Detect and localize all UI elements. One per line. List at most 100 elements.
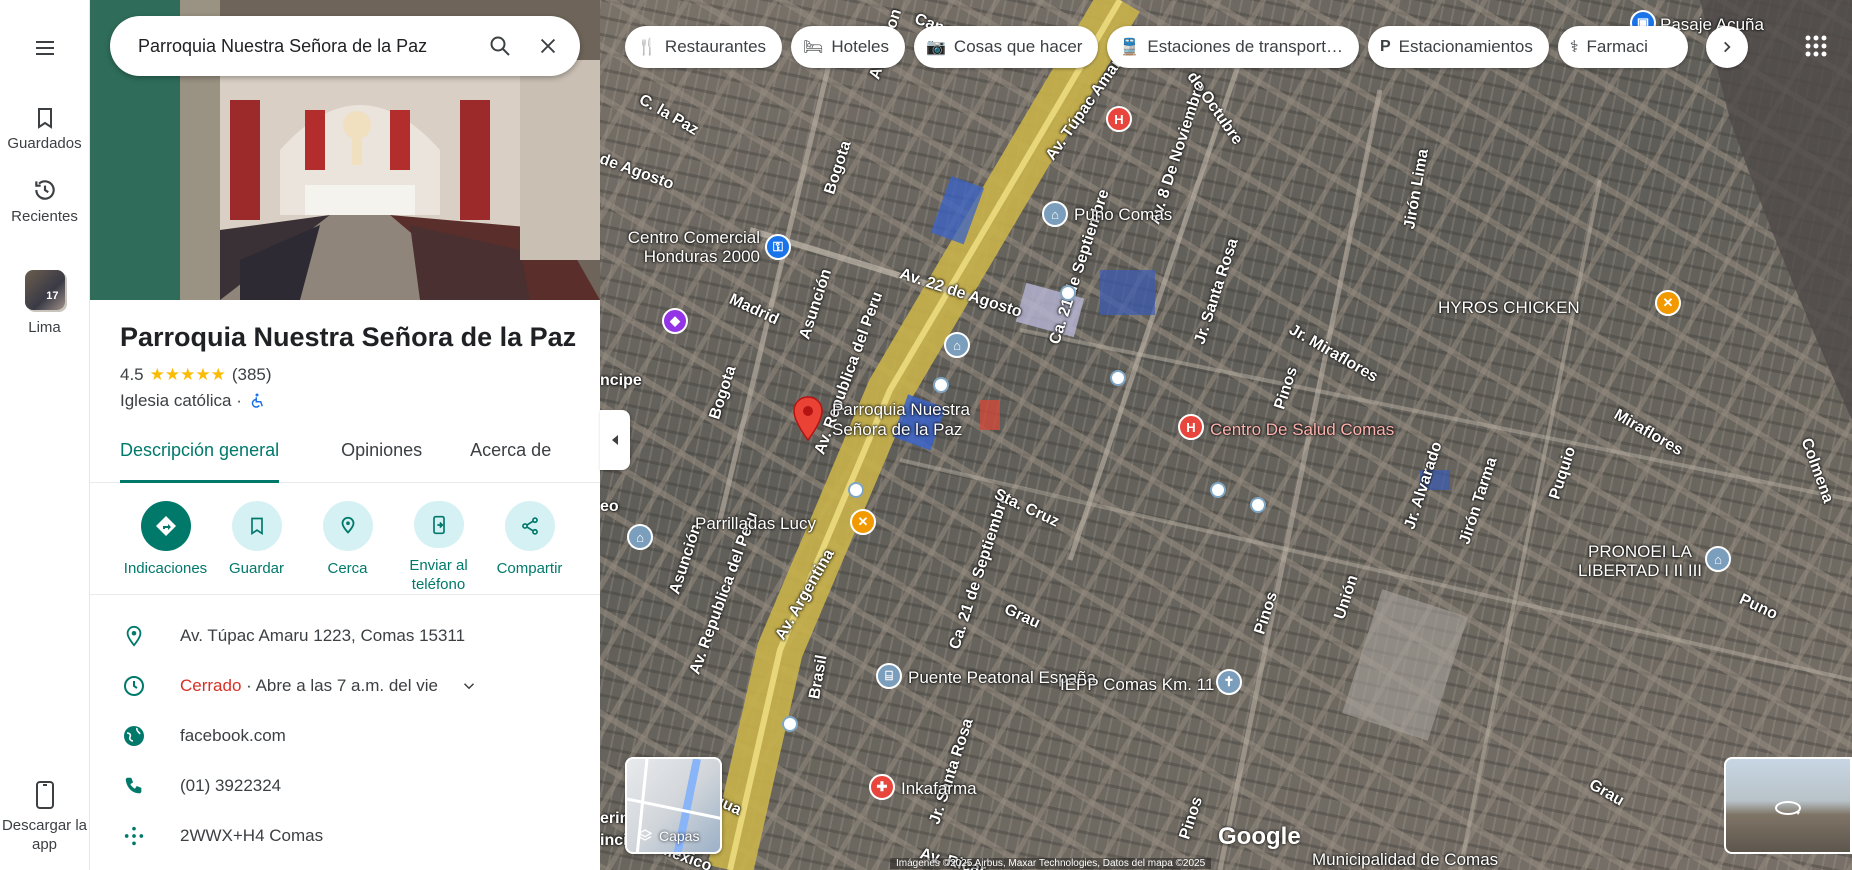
bridge-poi-icon[interactable]: ⌸ — [876, 663, 902, 689]
school-poi-icon[interactable]: ⌂ — [944, 332, 970, 358]
chip-label: Estacionamientos — [1398, 37, 1533, 56]
satellite-map[interactable]: C. la Paz de Agosto Av. Túpac Amaru Av. … — [600, 0, 1852, 870]
chip-restaurants[interactable]: 🍴 Restaurantes — [625, 26, 783, 68]
website-text: facebook.com — [180, 726, 286, 745]
street-view-preview[interactable] — [1724, 757, 1852, 854]
chip-label: Hoteles — [831, 37, 889, 56]
send-to-phone-icon — [432, 515, 445, 534]
directions-button[interactable]: Indicaciones — [120, 501, 211, 594]
poi-label-centro-comercial[interactable]: Centro Comercial Honduras 2000 — [620, 228, 760, 266]
street-view-rotate-icon — [1775, 801, 1801, 815]
place-title: Parroquia Nuestra Señora de la Paz — [120, 322, 577, 352]
chip-parking[interactable]: P Estacionamientos — [1367, 26, 1549, 68]
chevron-down-icon[interactable] — [460, 677, 478, 695]
hours-row[interactable]: Cerrado · Abre a las 7 a.m. del vie — [90, 661, 600, 711]
plus-code-row[interactable]: 2WWX+H4 Comas — [90, 811, 600, 861]
phone-row[interactable]: (01) 3922324 — [90, 761, 600, 811]
chip-hotels[interactable]: 🛏 Hoteles — [791, 26, 905, 68]
hours-status: Cerrado — [180, 676, 242, 695]
poi-label-hyros[interactable]: HYROS CHICKEN — [1438, 298, 1580, 318]
collapse-panel-button[interactable] — [600, 410, 630, 470]
chip-label: Cosas que hacer — [953, 37, 1083, 56]
clear-search-button[interactable] — [524, 22, 572, 70]
directions-icon — [155, 516, 176, 536]
phone-icon — [35, 781, 54, 809]
nearby-label: Cerca — [327, 560, 368, 577]
poi-label-centro-salud[interactable]: Centro De Salud Comas — [1210, 420, 1394, 440]
map-attribution: Imágenes ©2025 Airbus, Maxar Technologie… — [890, 858, 1212, 869]
menu-button[interactable] — [27, 30, 63, 66]
selected-place-label[interactable]: Parroquia Nuestra Señora de la Paz — [832, 400, 982, 440]
clock-icon — [124, 676, 144, 696]
street-label: ncipe — [600, 372, 642, 389]
poi-label-municipalidad[interactable]: Municipalidad de Comas — [1312, 850, 1498, 870]
chips-next-button[interactable] — [1706, 26, 1748, 68]
category-row: Iglesia católica · — [120, 391, 600, 411]
church-poi-icon[interactable]: ✝ — [1216, 669, 1242, 695]
download-app-label: Descargar la app — [1, 817, 88, 853]
school-poi-icon[interactable]: ⌂ — [1042, 201, 1068, 227]
chip-transit[interactable]: 🚆 Estaciones de transport… — [1107, 26, 1359, 68]
wheelchair-icon — [251, 393, 263, 408]
send-to-phone-label: Enviar al teléfono — [409, 557, 468, 593]
school-poi-icon[interactable]: ⌂ — [1705, 546, 1731, 572]
rail-recent-label: Recientes — [11, 208, 78, 225]
lima-badge: 17 — [46, 290, 59, 302]
hamburger-icon — [35, 41, 54, 55]
download-app[interactable]: Descargar la app — [0, 780, 90, 854]
rail-lima[interactable]: 17 Lima — [2, 270, 88, 337]
poi-label-inkafarma[interactable]: Inkafarma — [901, 779, 977, 799]
save-label: Guardar — [228, 560, 285, 577]
save-button[interactable]: Guardar — [211, 501, 302, 594]
website-row[interactable]: facebook.com — [90, 711, 600, 761]
apps-button[interactable] — [1798, 28, 1834, 64]
address-row[interactable]: Av. Túpac Amaru 1223, Comas 15311 — [90, 611, 600, 661]
pharmacy-poi-icon[interactable]: ✚ — [869, 774, 895, 800]
bus-stop-icon[interactable] — [848, 482, 864, 498]
rail-recent[interactable]: Recientes — [2, 177, 88, 226]
restaurant-poi-icon[interactable]: ✕ — [850, 509, 876, 535]
poi-label-puno-comas[interactable]: Puno Comas — [1074, 205, 1172, 225]
search-input[interactable]: Parroquia Nuestra Señora de la Paz — [138, 36, 476, 57]
school-poi-icon[interactable]: ⌂ — [627, 524, 653, 550]
tab-reviews[interactable]: Opiniones — [341, 437, 422, 483]
poi-label-iepp[interactable]: IEPP Comas Km. 11 — [1060, 675, 1214, 695]
selected-place-pin-icon[interactable] — [792, 396, 824, 442]
send-to-phone-button[interactable]: Enviar al teléfono — [393, 501, 484, 594]
place-category[interactable]: Iglesia católica · — [120, 391, 242, 411]
action-buttons: Indicaciones Guardar Cerca Enviar al tel… — [90, 483, 600, 595]
nearby-button[interactable]: Cerca — [302, 501, 393, 594]
chevron-left-icon — [612, 435, 618, 445]
nearby-icon — [341, 516, 354, 534]
bus-stop-icon[interactable] — [1210, 482, 1226, 498]
tab-overview[interactable]: Descripción general — [120, 437, 280, 483]
share-button[interactable]: Compartir — [484, 501, 575, 594]
poi-label-parrilladas[interactable]: Parrilladas Lucy — [695, 514, 816, 534]
place-poi-icon[interactable]: ◆ — [662, 308, 688, 334]
bus-stop-icon[interactable] — [782, 716, 798, 732]
camera-icon: 📷 — [926, 39, 946, 56]
layers-icon — [637, 829, 653, 841]
bus-stop-icon[interactable] — [933, 377, 949, 393]
rail-saved[interactable]: Guardados — [2, 106, 88, 153]
poi-label-pronoei[interactable]: PRONOEI LA LIBERTAD I II III — [1575, 542, 1705, 580]
phone-call-icon — [125, 777, 142, 794]
bus-stop-icon[interactable] — [1250, 497, 1266, 513]
history-icon — [34, 180, 55, 200]
share-label: Compartir — [496, 560, 563, 577]
hospital-poi-icon[interactable]: H — [1106, 106, 1132, 132]
place-photo[interactable]: Parroquia Nuestra Señora de la Paz — [90, 0, 600, 300]
bus-stop-icon[interactable] — [1110, 370, 1126, 386]
layers-button[interactable]: Capas — [625, 757, 722, 854]
bus-stop-icon[interactable] — [1060, 285, 1076, 301]
hospital-poi-icon[interactable]: H — [1178, 414, 1204, 440]
search-button[interactable] — [476, 22, 524, 70]
chip-pharmacies[interactable]: ⚕ Farmaci — [1557, 26, 1688, 68]
review-count[interactable]: (385) — [232, 365, 272, 385]
restaurant-poi-icon[interactable]: ✕ — [1655, 290, 1681, 316]
chip-things-to-do[interactable]: 📷 Cosas que hacer — [914, 26, 1099, 68]
shopping-poi-icon[interactable]: ⚿ — [765, 234, 791, 260]
close-icon — [540, 38, 556, 54]
search-box[interactable]: Parroquia Nuestra Señora de la Paz — [110, 16, 580, 76]
tab-about[interactable]: Acerca de — [470, 437, 551, 483]
